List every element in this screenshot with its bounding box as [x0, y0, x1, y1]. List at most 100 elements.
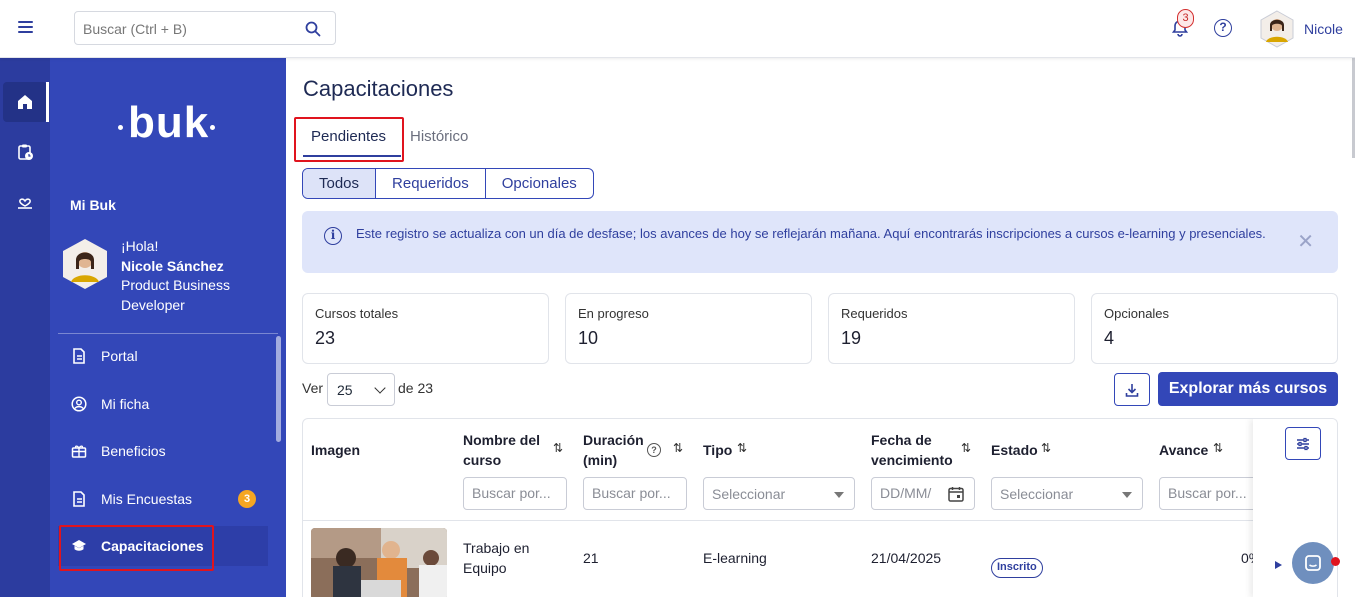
column-settings-button[interactable]: [1285, 427, 1321, 460]
filter-fecha-input[interactable]: [880, 485, 940, 501]
stat-card-requeridos: Requeridos 19: [828, 293, 1075, 364]
column-fecha[interactable]: Fecha de vencimiento: [871, 431, 953, 470]
sort-icon[interactable]: ⇅: [1213, 441, 1223, 455]
sliders-icon: [1297, 437, 1309, 450]
sidebar-item-capacitaciones[interactable]: Capacitaciones: [58, 526, 268, 566]
per-page-label: Ver: [302, 380, 324, 396]
stat-label: Cursos totales: [315, 306, 399, 321]
sidebar-item-mis-encuestas[interactable]: Mis Encuestas 3: [58, 479, 268, 519]
search-box[interactable]: [74, 11, 336, 45]
search-input[interactable]: [83, 18, 293, 40]
column-avance[interactable]: Avance: [1159, 441, 1208, 461]
divider: [58, 333, 278, 334]
filter-requeridos[interactable]: Requeridos: [376, 169, 486, 198]
filter-nombre-input[interactable]: [472, 485, 552, 501]
sort-icon[interactable]: ⇅: [737, 441, 747, 455]
sidebar-item-label: Beneficios: [101, 443, 166, 459]
explore-courses-button[interactable]: Explorar más cursos: [1158, 372, 1338, 406]
filter-todos[interactable]: Todos: [303, 169, 377, 198]
avatar[interactable]: [1259, 10, 1295, 48]
help-icon[interactable]: ?: [1214, 19, 1232, 37]
sidebar-item-label: Capacitaciones: [101, 538, 204, 554]
filter-avance[interactable]: [1159, 477, 1259, 510]
user-name[interactable]: Nicole: [1304, 21, 1343, 37]
stat-value: 23: [315, 328, 336, 348]
filter-estado-select[interactable]: Seleccionar: [991, 477, 1143, 510]
gift-icon: [71, 443, 87, 459]
per-page-select[interactable]: 25: [327, 373, 395, 406]
sidebar-item-beneficios[interactable]: Beneficios: [58, 431, 268, 471]
filter-tipo-select[interactable]: Seleccionar: [703, 477, 855, 510]
course-due-date: 21/04/2025: [871, 550, 942, 566]
download-icon: [1125, 383, 1139, 397]
caret-down-icon: [1122, 492, 1132, 498]
filter-duracion-input[interactable]: [592, 485, 672, 501]
heart-hand-icon[interactable]: [3, 182, 47, 222]
course-name-line: Trabajo en: [463, 540, 530, 556]
help-icon[interactable]: ?: [647, 443, 661, 457]
column-label: curso: [463, 451, 502, 468]
info-icon: i: [324, 227, 342, 245]
main-content: Capacitaciones Pendientes Histórico Todo…: [286, 58, 1355, 597]
courses-table: Imagen Nombre del curso ⇅ Duración (min)…: [302, 418, 1338, 597]
caret-down-icon: [834, 492, 844, 498]
clipboard-clock-icon[interactable]: [3, 132, 47, 172]
filter-duracion[interactable]: [583, 477, 687, 510]
filter-nombre[interactable]: [463, 477, 567, 510]
play-icon[interactable]: [1275, 561, 1282, 569]
course-type: E-learning: [703, 550, 767, 566]
tab-pendientes[interactable]: Pendientes: [302, 128, 402, 157]
sidebar-item-mi-ficha[interactable]: Mi ficha: [58, 384, 268, 424]
stat-label: Opcionales: [1104, 306, 1170, 321]
info-text: Este registro se actualiza con un día de…: [356, 226, 1266, 241]
column-duracion[interactable]: Duración (min): [583, 431, 644, 470]
total-label: de 23: [398, 380, 434, 396]
user-greeting: ¡Hola! Nicole Sánchez Product Business D…: [121, 237, 236, 315]
logo-dot: [118, 125, 123, 130]
column-label: Duración: [583, 432, 644, 448]
download-button[interactable]: [1114, 373, 1150, 406]
stat-value: 4: [1104, 328, 1115, 348]
search-icon[interactable]: [305, 21, 321, 37]
chat-notification-dot: [1331, 557, 1340, 566]
column-imagen: Imagen: [311, 442, 361, 458]
sidebar-item-label: Mis Encuestas: [101, 491, 193, 507]
section-title: Mi Buk: [70, 197, 116, 213]
notification-badge: 3: [1177, 9, 1194, 28]
surveys-badge: 3: [238, 490, 256, 508]
buk-logo[interactable]: buk: [128, 98, 209, 148]
stat-card-progreso: En progreso 10: [565, 293, 812, 364]
sort-icon[interactable]: ⇅: [553, 441, 563, 455]
course-name-line: Equipo: [463, 559, 507, 576]
top-bar: 3 ? Nicole: [0, 0, 1355, 58]
sidebar-scrollbar[interactable]: [276, 336, 281, 442]
column-tipo[interactable]: Tipo: [703, 441, 732, 461]
close-icon[interactable]: ✕: [1297, 229, 1314, 254]
sort-icon[interactable]: ⇅: [1041, 441, 1051, 455]
menu-icon[interactable]: [18, 18, 38, 38]
user-full-name: Nicole Sánchez: [121, 257, 224, 274]
column-estado[interactable]: Estado: [991, 441, 1038, 461]
chat-button[interactable]: [1292, 542, 1334, 584]
greeting-text: ¡Hola!: [121, 238, 159, 254]
chevron-down-icon: [374, 382, 386, 394]
info-banner: i Este registro se actualiza con un día …: [302, 211, 1338, 273]
column-label: Nombre del: [463, 432, 541, 448]
column-nombre[interactable]: Nombre del curso: [463, 431, 540, 470]
filter-fecha[interactable]: [871, 477, 975, 510]
home-icon[interactable]: [3, 82, 49, 122]
sort-icon[interactable]: ⇅: [673, 441, 683, 455]
filter-opcionales[interactable]: Opcionales: [486, 169, 593, 198]
calendar-icon[interactable]: [947, 485, 965, 503]
filter-avance-input[interactable]: [1168, 485, 1248, 501]
course-name[interactable]: Trabajo en Equipo: [463, 539, 529, 578]
sort-icon[interactable]: ⇅: [961, 441, 971, 455]
stat-value: 19: [841, 328, 862, 348]
document-icon: [71, 348, 87, 364]
status-badge: Inscrito: [991, 558, 1043, 578]
course-duration: 21: [583, 550, 599, 566]
sidebar-item-portal[interactable]: Portal: [58, 336, 268, 376]
select-value: Seleccionar: [1000, 486, 1074, 502]
stat-value: 10: [578, 328, 599, 348]
tab-historico[interactable]: Histórico: [410, 128, 468, 145]
